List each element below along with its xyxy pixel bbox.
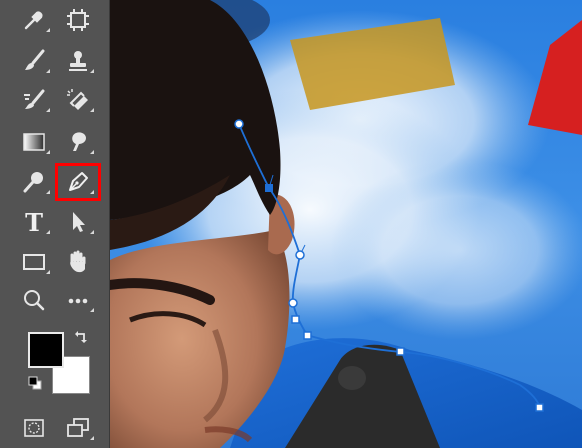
quick-mask-icon: [24, 419, 44, 437]
photo-canvas: [110, 0, 582, 448]
eyedropper-tool[interactable]: [14, 4, 54, 36]
screen-mode-icon: [67, 418, 89, 437]
type-icon: T: [25, 207, 43, 237]
screen-mode[interactable]: [58, 412, 98, 444]
magnifier-icon: [24, 290, 45, 311]
hand-icon: [70, 250, 86, 273]
rectangle-icon: [23, 254, 45, 270]
eyedropper-icon: [24, 11, 43, 30]
dodge-tool[interactable]: [14, 166, 54, 198]
eraser-icon: [67, 89, 88, 110]
brush-icon: [25, 49, 45, 70]
clone-stamp-tool[interactable]: [58, 45, 98, 77]
swap-colors-icon[interactable]: [74, 330, 90, 346]
gradient-tool[interactable]: [14, 126, 54, 158]
history-brush-tool[interactable]: [14, 84, 54, 116]
dodge-icon: [23, 172, 43, 193]
more-tools[interactable]: [58, 284, 98, 316]
blur-tool[interactable]: [58, 126, 98, 158]
hand-tool[interactable]: [58, 246, 98, 278]
foreground-color-swatch[interactable]: [28, 332, 64, 368]
crop-frame-icon: [67, 9, 89, 31]
gradient-icon: [23, 133, 45, 151]
tools-panel: T: [0, 0, 110, 448]
stamp-icon: [69, 51, 87, 71]
pen-icon: [69, 172, 88, 191]
default-colors-icon[interactable]: [28, 376, 42, 390]
eraser-tool[interactable]: [58, 84, 98, 116]
arrow-icon: [73, 212, 85, 232]
zoom-tool[interactable]: [14, 284, 54, 316]
pen-tool[interactable]: [55, 163, 101, 201]
rectangle-tool[interactable]: [14, 246, 54, 278]
artboard-crop-tool[interactable]: [58, 4, 98, 36]
type-tool[interactable]: T: [14, 206, 54, 238]
path-selection-tool[interactable]: [58, 206, 98, 238]
document-canvas[interactable]: [110, 0, 582, 448]
history-brush-icon: [24, 89, 45, 109]
color-swatches: [18, 330, 98, 400]
ellipsis-icon: [68, 298, 88, 304]
quick-mask-mode[interactable]: [14, 412, 54, 444]
brush-tool[interactable]: [14, 45, 54, 77]
smudge-icon: [72, 132, 86, 151]
